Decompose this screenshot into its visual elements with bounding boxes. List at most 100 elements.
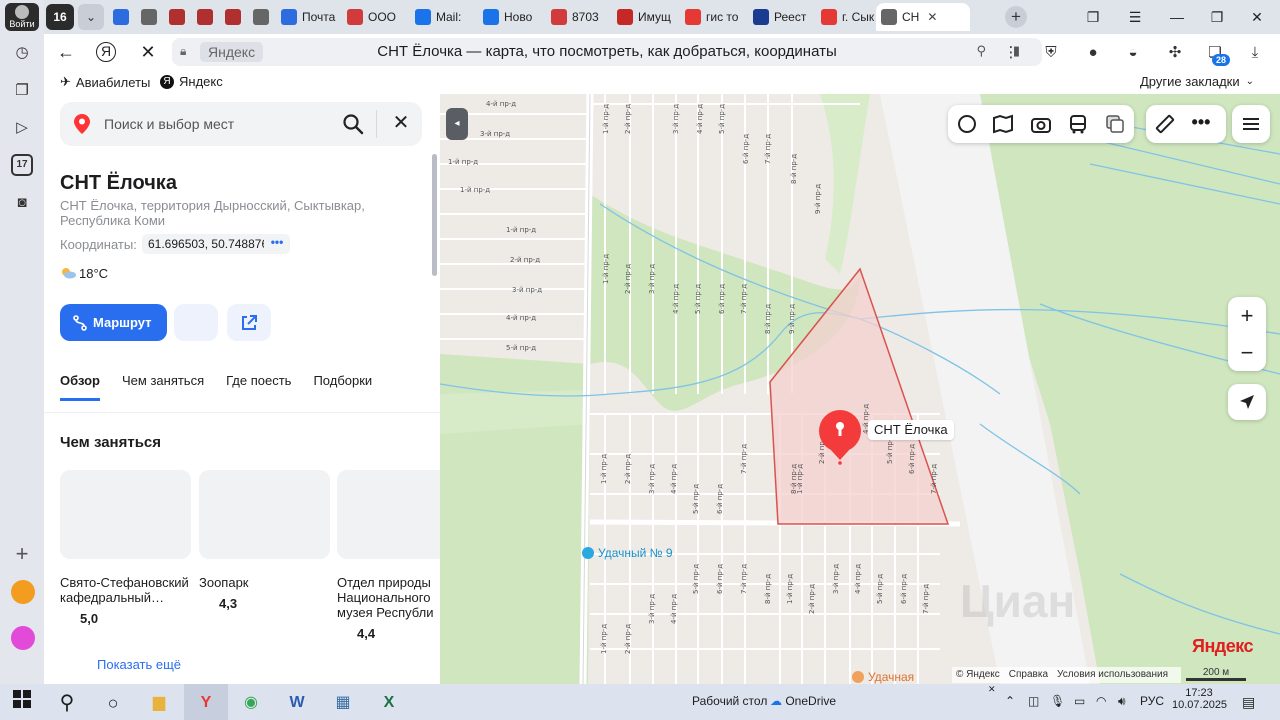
language-indicator[interactable]: РУС [1140, 694, 1164, 708]
browser-tab[interactable]: Реест [748, 3, 816, 31]
browser-tab[interactable]: ООО [342, 3, 410, 31]
menu-icon[interactable]: ☰ [1124, 6, 1146, 28]
terms-link[interactable]: Условия использования [1057, 667, 1168, 683]
omnibox[interactable]: 🔒︎ Яндекс СНТ Ёлочка — карта, что посмот… [172, 38, 1042, 66]
close-window-icon[interactable]: ✕ [1246, 6, 1268, 28]
extension-hat-icon[interactable]: ◒ [1122, 42, 1144, 64]
ruler-icon[interactable] [1154, 113, 1176, 135]
browser-tab[interactable] [164, 3, 192, 31]
microphone-icon[interactable]: 🎙︎ [1050, 694, 1065, 708]
tab-manager-icon[interactable]: ❐ [1082, 6, 1104, 28]
notifications-icon[interactable]: ▤ [1242, 694, 1255, 711]
browser-tab[interactable]: Ново [478, 3, 546, 31]
zoom-in-button[interactable]: + [1228, 297, 1266, 334]
copyright-text[interactable]: © Яндекс [956, 667, 1000, 683]
help-link[interactable]: Справка [1009, 667, 1048, 683]
browser-tab[interactable]: Имущ [612, 3, 680, 31]
tab-overview[interactable]: Обзор [60, 373, 100, 401]
collections-icon[interactable]: ❐ [11, 80, 33, 102]
video-icon[interactable]: ▷ [11, 117, 33, 139]
calendar-icon[interactable]: 17 [11, 154, 33, 176]
browser-tab[interactable] [220, 3, 248, 31]
bookmark-flights[interactable]: ✈︎ Авиабилеты [60, 74, 150, 90]
more-options-icon[interactable]: ⋮ [1000, 42, 1022, 64]
browser-tab[interactable] [136, 3, 164, 31]
extension-avatar-icon[interactable]: ● [1082, 42, 1104, 64]
coords-more-button[interactable]: ••• [264, 234, 290, 254]
browser-tab[interactable] [248, 3, 276, 31]
collapse-panel-button[interactable]: ◂ [446, 108, 468, 140]
chevron-down-icon[interactable]: ⌄ [78, 4, 104, 30]
excel-icon[interactable]: X [376, 690, 402, 716]
tab-things-to-do[interactable]: Чем заняться [122, 373, 204, 401]
browser-tab[interactable]: 8703 [546, 3, 612, 31]
protect-shield-icon[interactable]: ⛨ [1040, 42, 1062, 64]
search-icon[interactable] [342, 113, 364, 135]
bookmark-place-button[interactable] [174, 304, 218, 341]
place-card[interactable]: Зоопарк 4,3 [199, 470, 330, 611]
place-card[interactable]: Отдел природы Национального музея Респуб… [337, 470, 440, 641]
poi-udachny-9[interactable]: Удачный № 9 [582, 546, 673, 560]
my-location-button[interactable] [1228, 384, 1266, 420]
battery-icon[interactable]: ▭ [1074, 694, 1085, 708]
search-icon[interactable]: ⚲ [54, 690, 80, 716]
word-icon[interactable]: W [284, 690, 310, 716]
coords-value[interactable]: 61.696503, 50.748876 [142, 234, 275, 254]
marker-label[interactable]: СНТ Ёлочка [868, 420, 954, 440]
add-panel-icon[interactable]: + [11, 543, 33, 565]
panorama-icon[interactable] [992, 113, 1014, 135]
yandex-browser-icon[interactable]: Y [193, 690, 219, 716]
alice-icon[interactable] [11, 626, 35, 650]
browser-tab[interactable]: гис то [680, 3, 748, 31]
layers-icon[interactable] [956, 113, 978, 135]
tab-collections[interactable]: Подборки [313, 373, 372, 401]
browser-tab[interactable]: г. Сык [816, 3, 876, 31]
map-canvas[interactable]: 4-й пр-д 3-й пр-д 1-й пр-д 1-й пр-д 1-й пр-д… [440, 94, 1280, 684]
map-menu-button[interactable] [1232, 105, 1270, 143]
more-icon[interactable]: ••• [1190, 113, 1212, 135]
close-icon[interactable]: ✕ [390, 112, 412, 134]
market-icon[interactable] [11, 580, 35, 604]
login-button[interactable]: Войти [5, 3, 39, 31]
copy-layer-icon[interactable] [1104, 113, 1126, 135]
wifi-icon[interactable]: ◠ [1096, 694, 1106, 708]
bus-icon[interactable] [1067, 113, 1089, 135]
browser-tab[interactable]: Mail: [410, 3, 478, 31]
yandex-home-icon[interactable]: Я [96, 42, 116, 62]
browser-tab[interactable] [108, 3, 136, 31]
zoom-out-button[interactable]: − [1228, 334, 1266, 371]
place-card[interactable]: Свято-Стефановский кафедральный… 5,0 [60, 470, 191, 626]
poi-udachnaya[interactable]: Удачная [852, 670, 914, 684]
minimize-icon[interactable]: — [1166, 6, 1188, 28]
route-button[interactable]: Маршрут [60, 304, 167, 341]
new-tab-button[interactable]: + [1005, 6, 1027, 28]
stop-loading-icon[interactable]: ✕ [136, 40, 160, 64]
search-input[interactable] [104, 114, 324, 134]
extensions-puzzle-icon[interactable]: ✣ [1164, 42, 1186, 64]
camera-icon[interactable] [1030, 113, 1052, 135]
share-button[interactable] [227, 304, 271, 341]
restore-icon[interactable]: ❐ [1206, 6, 1228, 28]
tab-count-button[interactable]: 16 [46, 4, 74, 30]
browser-tab[interactable] [192, 3, 220, 31]
other-bookmarks[interactable]: Другие закладки ⌄ [1140, 74, 1254, 89]
chrome-icon[interactable]: ◉ [238, 690, 264, 716]
windows-start-icon[interactable] [9, 690, 35, 716]
tab-where-to-eat[interactable]: Где поесть [226, 373, 291, 401]
browser-tab[interactable]: СН ✕ [876, 3, 970, 31]
downloads-icon[interactable]: ⤓ [1244, 42, 1266, 64]
onedrive-label[interactable]: ☁ OneDrive [770, 694, 836, 708]
history-icon[interactable]: ◷ [11, 42, 33, 64]
calculator-icon[interactable]: ▦ [330, 690, 356, 716]
clock[interactable]: 17:23 10.07.2025 [1172, 687, 1227, 711]
close-tab-icon[interactable]: ✕ [927, 10, 937, 24]
screenshot-icon[interactable]: ◙ [11, 192, 33, 214]
location-pin-icon[interactable]: ⚲ [976, 43, 986, 59]
browser-tab[interactable]: Почта [276, 3, 342, 31]
volume-icon[interactable]: 🔊︎ [1118, 694, 1126, 709]
back-icon[interactable]: ← [54, 40, 78, 64]
desktop-label[interactable]: Рабочий стол [692, 694, 767, 708]
close-small-icon[interactable]: ✕ [988, 684, 996, 695]
meet-icon[interactable]: ◫ [1028, 694, 1039, 708]
task-view-icon[interactable]: ○ [100, 690, 126, 716]
